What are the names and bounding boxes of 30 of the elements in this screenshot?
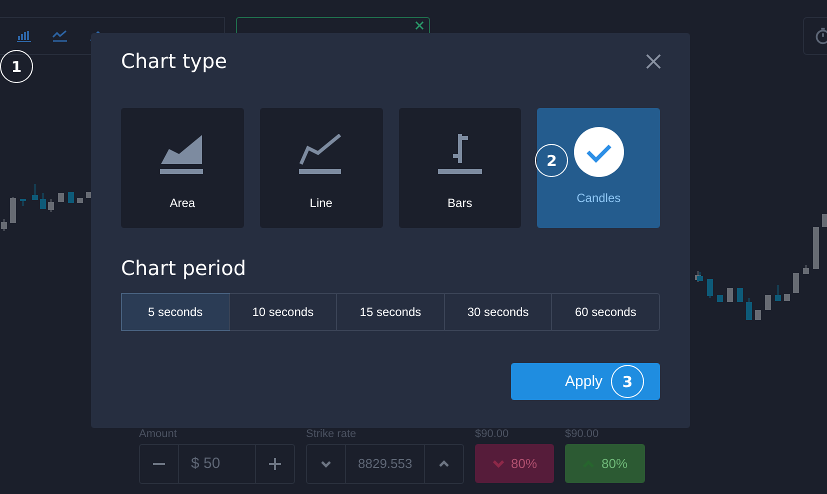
dialog-title: Chart type — [121, 49, 227, 73]
chart-type-label: Bars — [448, 196, 472, 210]
period-tab[interactable]: 5 seconds — [122, 294, 229, 330]
callout-marker: 3 — [611, 365, 644, 398]
callout-marker: 1 — [0, 50, 33, 83]
checkmark-icon — [574, 127, 624, 177]
line-chart-icon[interactable] — [52, 30, 68, 42]
close-icon[interactable] — [415, 21, 424, 30]
chart-type-label: Line — [310, 196, 332, 210]
area-chart-icon — [160, 134, 204, 174]
close-icon[interactable] — [645, 52, 662, 70]
chart-type-option[interactable]: Line — [260, 108, 382, 228]
strike-rate-value: 8829.553 — [345, 445, 425, 483]
period-tab[interactable]: 30 seconds — [444, 294, 552, 330]
section-title: Chart period — [121, 256, 248, 280]
callout-marker: 2 — [535, 144, 568, 177]
chart-type-option[interactable]: Candles 2 — [537, 108, 660, 228]
period-tab[interactable]: 10 seconds — [228, 294, 336, 330]
line-chart-icon — [299, 134, 344, 174]
chart-type-option[interactable]: Bars — [398, 108, 522, 228]
bar-chart-icon — [438, 134, 482, 174]
period-tab[interactable]: 15 seconds — [336, 294, 444, 330]
chart-type-label: Area — [170, 196, 196, 210]
chart-type-label: Candles — [576, 191, 621, 205]
stopwatch-icon — [814, 27, 827, 45]
period-tab[interactable]: 60 seconds — [551, 294, 659, 330]
chevron-down-icon — [492, 458, 505, 468]
bar-chart-icon[interactable] — [16, 30, 32, 42]
amount-value: $ 50 — [178, 445, 256, 483]
chart-type-option[interactable]: Area — [121, 108, 244, 228]
